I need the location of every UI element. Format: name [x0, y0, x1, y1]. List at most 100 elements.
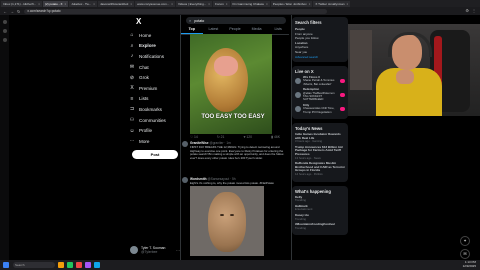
browser-tab[interactable]: www.cozyavenue.com... ×: [135, 0, 176, 7]
close-icon[interactable]: ×: [38, 2, 40, 6]
trend-item[interactable]: Hallmark Entertainment: [295, 205, 345, 212]
premium-icon: X: [130, 85, 134, 92]
reply-count[interactable]: ♡ 14: [190, 135, 198, 140]
face-overlay: [214, 56, 238, 76]
lists-icon: ≡: [130, 95, 134, 102]
browser-tab[interactable]: Inbox (1,171) - kilcherfr... ×: [1, 0, 42, 7]
more-icon: ⋯: [129, 138, 135, 145]
nav-label: Home: [139, 32, 152, 38]
close-icon[interactable]: ×: [226, 2, 228, 6]
floating-buttons: ✦ ✉: [460, 236, 470, 262]
nav-item-chat[interactable]: ✉ Chat: [128, 62, 178, 73]
close-icon[interactable]: ×: [130, 2, 132, 6]
trend-item[interactable]: Kasey Hu Trending: [295, 214, 345, 221]
forward-icon[interactable]: →: [10, 9, 14, 14]
advanced-search-link[interactable]: Advanced search: [295, 55, 345, 59]
account-switcher[interactable]: Tyler T. Sooman @Tylerbee ⋯: [130, 244, 180, 256]
view-count[interactable]: ▮ 46K: [271, 135, 280, 140]
browser-tab-label: www.cozyavenue.com...: [137, 1, 170, 6]
browser-tab[interactable]: X Twitter Jonallyxman ×: [313, 0, 351, 7]
nav-item-grok[interactable]: ⊘ Grok: [128, 72, 178, 83]
nav-item-notifications[interactable]: ♪ Notifications: [128, 51, 178, 62]
search-box[interactable]: ⌕ potato: [186, 17, 286, 24]
dock-icon[interactable]: [2, 20, 7, 24]
live-item[interactable]: Wrs Flores X Shane Petrali & Tommies 'Alb…: [295, 76, 345, 86]
avatar[interactable]: [182, 177, 188, 183]
live-item[interactable]: Kitty Cheesesmiles Chill Time, Trump POI …: [295, 104, 345, 114]
trend-item[interactable]: #MountainsFoodingFestival Trending: [295, 223, 345, 230]
tab-top[interactable]: Top: [181, 26, 203, 34]
browser-icon[interactable]: [67, 262, 73, 268]
live-item[interactable]: Redemption @elias TheBestPokemon TAG SONG…: [295, 88, 345, 102]
browser-tab[interactable]: Peoples / Elon Jonbinbox ×: [270, 0, 313, 7]
news-item[interactable]: Trump Announces $13 Billion Aid Package …: [295, 146, 345, 160]
nav-item-home[interactable]: ⌂ Home: [128, 30, 178, 41]
repost-count[interactable]: ↻ 21: [217, 135, 225, 140]
live-badge: [339, 106, 345, 111]
windows-taskbar: Search 1:13 PM 12/9/2025: [0, 260, 480, 270]
trend-meta: Trending: [295, 225, 306, 230]
dock-icon[interactable]: [2, 38, 7, 42]
browser-tab[interactable]: Jasonwithlowrankboii ×: [97, 0, 135, 7]
avatar[interactable]: [182, 141, 188, 147]
back-icon[interactable]: ←: [3, 9, 7, 14]
news-item[interactable]: Indie Games Incubator Rewards with Real …: [295, 133, 345, 144]
close-icon[interactable]: ×: [171, 2, 173, 6]
grok-icon[interactable]: ✦: [460, 236, 470, 246]
nav-item-lists[interactable]: ≡ Lists: [128, 94, 178, 105]
taskbar-search[interactable]: Search: [13, 262, 55, 268]
app-icon[interactable]: [76, 262, 82, 268]
live-text: Redemption @elias TheBestPokemon TAG SONG…: [303, 88, 340, 102]
close-icon[interactable]: ×: [64, 2, 66, 6]
search-input[interactable]: potato: [194, 19, 204, 23]
post-image-potato-face[interactable]: [190, 186, 264, 256]
post-item[interactable]: GraniteWise @graniter · 1m FIRST DAY BRE…: [182, 141, 288, 181]
browser-tab[interactable]: Videos | Everything... ×: [176, 0, 213, 7]
trend-item[interactable]: Kelly Trending: [295, 196, 345, 203]
live-badge: [339, 79, 345, 84]
nav-label: Chat: [139, 64, 149, 70]
browser-tab-label: X Twitter Jonallyxman: [315, 1, 345, 6]
post-image-potato-meme[interactable]: TOO EASY TOO EASY: [190, 34, 272, 134]
menu-icon[interactable]: ⋮: [472, 8, 476, 13]
headphones-icon: [388, 32, 432, 57]
browser-tab[interactable]: Jukebox - Tw... ×: [69, 0, 97, 7]
browser-tab-label: Peoples / Elon Jonbinbox: [272, 1, 307, 6]
nav-item-profile[interactable]: ☺ Profile: [128, 125, 178, 136]
nav-item-premium[interactable]: X Premium: [128, 83, 178, 94]
system-clock[interactable]: 1:13 PM 12/9/2025: [463, 261, 476, 268]
x-logo-icon[interactable]: X: [136, 17, 178, 26]
nav-item-explore[interactable]: ⌕ Explore: [128, 41, 178, 52]
close-icon[interactable]: ×: [266, 2, 268, 6]
nav-item-more[interactable]: ⋯ More: [128, 136, 178, 147]
live-title: Live on X: [295, 68, 314, 74]
file-explorer-icon[interactable]: [58, 262, 64, 268]
tab-media[interactable]: Media: [246, 26, 268, 34]
browser-tab[interactable]: Forum ×: [213, 0, 230, 7]
windows-start-icon[interactable]: [3, 262, 9, 268]
nav-item-communities[interactable]: ⚇ Communities: [128, 115, 178, 126]
browser-tab[interactable]: (2) potato - X ×: [42, 0, 69, 7]
nav-item-bookmarks[interactable]: ⊐ Bookmarks: [128, 104, 178, 115]
url-field[interactable]: x.com/search?q=potato: [24, 8, 328, 14]
news-item[interactable]: DaRonda Designates Muslim Brotherhood an…: [295, 162, 345, 176]
close-icon[interactable]: ×: [347, 2, 349, 6]
app-icon[interactable]: [85, 262, 91, 268]
like-count[interactable]: ♥ 120: [243, 135, 252, 140]
tab-people[interactable]: People: [224, 26, 246, 34]
nav-label: Profile: [139, 128, 153, 134]
close-icon[interactable]: ×: [93, 2, 95, 6]
close-icon[interactable]: ×: [208, 2, 210, 6]
tab-lists[interactable]: Lists: [267, 26, 289, 34]
reload-icon[interactable]: ↻: [17, 9, 20, 14]
live-text: Kitty Cheesesmiles Chill Time, Trump POI …: [303, 104, 340, 114]
tab-latest[interactable]: Latest: [203, 26, 225, 34]
extensions-icon[interactable]: ⚙: [465, 8, 469, 13]
post-button[interactable]: Post: [132, 150, 178, 159]
browser-tab[interactable]: Fin Gammuing Chalace ×: [230, 0, 270, 7]
browser-tab-label: Fin Gammuing Chalace: [232, 1, 265, 6]
messages-icon[interactable]: ✉: [460, 249, 470, 259]
app-icon[interactable]: [94, 262, 100, 268]
dock-icon[interactable]: [2, 29, 7, 33]
close-icon[interactable]: ×: [309, 2, 311, 6]
